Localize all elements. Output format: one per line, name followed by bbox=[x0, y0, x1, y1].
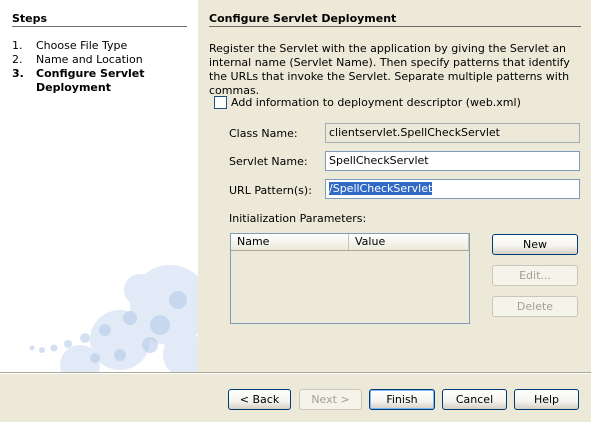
column-header-value[interactable]: Value bbox=[349, 234, 469, 250]
init-params-table-header: Name Value bbox=[231, 234, 469, 251]
deployment-descriptor-checkbox[interactable] bbox=[214, 96, 227, 109]
init-params-table[interactable]: Name Value bbox=[230, 233, 470, 324]
step-item-name-and-location: 2. Name and Location bbox=[12, 53, 192, 67]
step-label: Name and Location bbox=[36, 53, 143, 66]
finish-button[interactable]: Finish bbox=[369, 389, 435, 410]
class-name-field[interactable]: clientservlet.SpellCheckServlet bbox=[325, 123, 580, 143]
step-label: Configure Servlet Deployment bbox=[36, 67, 145, 94]
page-description: Register the Servlet with the applicatio… bbox=[209, 42, 570, 97]
new-param-button[interactable]: New bbox=[492, 234, 578, 255]
servlet-name-label: Servlet Name: bbox=[229, 155, 308, 168]
column-header-name[interactable]: Name bbox=[231, 234, 349, 250]
class-name-label: Class Name: bbox=[229, 127, 298, 140]
url-pattern-field[interactable]: /SpellCheckServlet bbox=[325, 179, 580, 199]
page-title: Configure Servlet Deployment bbox=[209, 12, 397, 25]
help-button[interactable]: Help bbox=[514, 389, 579, 410]
step-number: 2. bbox=[12, 53, 23, 66]
footer-divider bbox=[0, 372, 591, 374]
content-panel: Configure Servlet Deployment Register th… bbox=[198, 0, 591, 372]
deployment-descriptor-label: Add information to deployment descriptor… bbox=[231, 96, 521, 109]
back-button[interactable]: < Back bbox=[228, 389, 291, 410]
url-pattern-selected-text: /SpellCheckServlet bbox=[329, 182, 433, 195]
page-title-divider bbox=[209, 26, 581, 27]
cancel-button[interactable]: Cancel bbox=[442, 389, 507, 410]
step-item-configure-servlet-deployment: 3. Configure Servlet Deployment bbox=[12, 67, 192, 95]
deployment-descriptor-option[interactable]: Add information to deployment descriptor… bbox=[214, 96, 521, 109]
servlet-name-field[interactable]: SpellCheckServlet bbox=[325, 151, 580, 171]
step-list: 1. Choose File Type 2. Name and Location… bbox=[12, 39, 192, 95]
step-item-choose-file-type: 1. Choose File Type bbox=[12, 39, 192, 53]
step-number: 3. bbox=[12, 67, 24, 80]
step-label: Choose File Type bbox=[36, 39, 128, 52]
delete-param-button[interactable]: Delete bbox=[492, 296, 578, 317]
steps-title: Steps bbox=[12, 12, 48, 25]
init-params-label: Initialization Parameters: bbox=[229, 212, 367, 225]
edit-param-button[interactable]: Edit... bbox=[492, 265, 578, 286]
url-pattern-label: URL Pattern(s): bbox=[229, 184, 312, 197]
steps-divider bbox=[12, 26, 187, 27]
steps-panel: Steps 1. Choose File Type 2. Name and Lo… bbox=[0, 0, 198, 372]
next-button[interactable]: Next > bbox=[299, 389, 362, 410]
step-number: 1. bbox=[12, 39, 23, 52]
